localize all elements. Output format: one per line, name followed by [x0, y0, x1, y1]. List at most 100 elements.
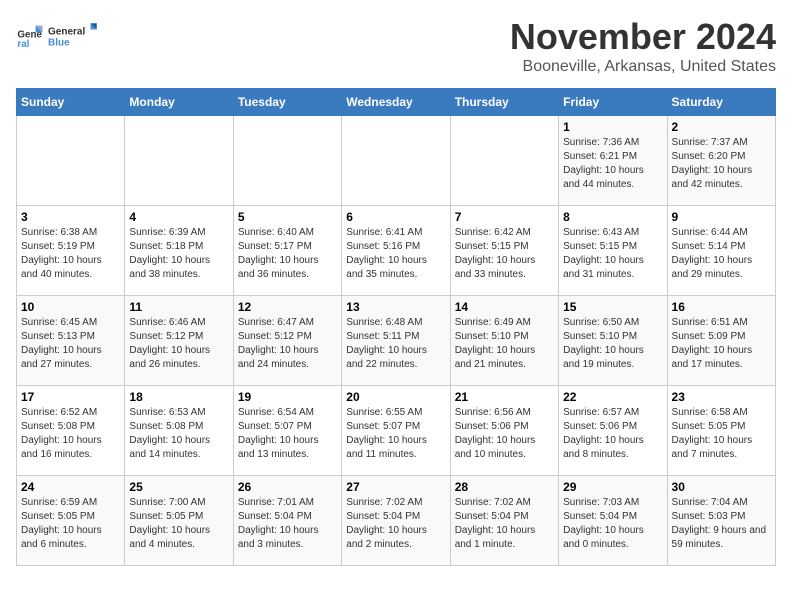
- table-row: 21 Sunrise: 6:56 AMSunset: 5:06 PMDaylig…: [450, 386, 558, 476]
- logo: Gene ral General Blue: [16, 16, 98, 56]
- day-info: Sunrise: 6:42 AMSunset: 5:15 PMDaylight:…: [455, 226, 554, 282]
- table-row: 25 Sunrise: 7:00 AMSunset: 5:05 PMDaylig…: [125, 476, 233, 566]
- day-info: Sunrise: 6:52 AMSunset: 5:08 PMDaylight:…: [21, 406, 120, 462]
- day-number: 15: [563, 300, 662, 314]
- day-info: Sunrise: 6:39 AMSunset: 5:18 PMDaylight:…: [129, 226, 228, 282]
- day-number: 25: [129, 480, 228, 494]
- day-number: 24: [21, 480, 120, 494]
- table-row: [17, 116, 125, 206]
- table-row: [125, 116, 233, 206]
- day-info: Sunrise: 7:02 AMSunset: 5:04 PMDaylight:…: [455, 496, 554, 552]
- header-monday: Monday: [125, 89, 233, 116]
- day-info: Sunrise: 6:57 AMSunset: 5:06 PMDaylight:…: [563, 406, 662, 462]
- day-info: Sunrise: 7:01 AMSunset: 5:04 PMDaylight:…: [238, 496, 337, 552]
- general-blue-logo: General Blue: [48, 16, 98, 56]
- svg-text:ral: ral: [17, 39, 29, 50]
- header-thursday: Thursday: [450, 89, 558, 116]
- day-number: 22: [563, 390, 662, 404]
- table-row: 27 Sunrise: 7:02 AMSunset: 5:04 PMDaylig…: [342, 476, 450, 566]
- day-info: Sunrise: 6:38 AMSunset: 5:19 PMDaylight:…: [21, 226, 120, 282]
- svg-text:General: General: [48, 26, 85, 37]
- table-row: 15 Sunrise: 6:50 AMSunset: 5:10 PMDaylig…: [559, 296, 667, 386]
- day-number: 23: [672, 390, 771, 404]
- day-number: 1: [563, 120, 662, 134]
- calendar-week-row: 10 Sunrise: 6:45 AMSunset: 5:13 PMDaylig…: [17, 296, 776, 386]
- day-info: Sunrise: 6:53 AMSunset: 5:08 PMDaylight:…: [129, 406, 228, 462]
- day-info: Sunrise: 7:00 AMSunset: 5:05 PMDaylight:…: [129, 496, 228, 552]
- calendar-week-row: 1 Sunrise: 7:36 AMSunset: 6:21 PMDayligh…: [17, 116, 776, 206]
- day-info: Sunrise: 6:48 AMSunset: 5:11 PMDaylight:…: [346, 316, 445, 372]
- day-info: Sunrise: 6:58 AMSunset: 5:05 PMDaylight:…: [672, 406, 771, 462]
- table-row: 29 Sunrise: 7:03 AMSunset: 5:04 PMDaylig…: [559, 476, 667, 566]
- table-row: [450, 116, 558, 206]
- table-row: 6 Sunrise: 6:41 AMSunset: 5:16 PMDayligh…: [342, 206, 450, 296]
- table-row: [233, 116, 341, 206]
- day-number: 29: [563, 480, 662, 494]
- day-number: 9: [672, 210, 771, 224]
- table-row: 8 Sunrise: 6:43 AMSunset: 5:15 PMDayligh…: [559, 206, 667, 296]
- table-row: 24 Sunrise: 6:59 AMSunset: 5:05 PMDaylig…: [17, 476, 125, 566]
- table-row: 30 Sunrise: 7:04 AMSunset: 5:03 PMDaylig…: [667, 476, 775, 566]
- day-number: 7: [455, 210, 554, 224]
- day-info: Sunrise: 6:50 AMSunset: 5:10 PMDaylight:…: [563, 316, 662, 372]
- day-number: 10: [21, 300, 120, 314]
- day-info: Sunrise: 6:40 AMSunset: 5:17 PMDaylight:…: [238, 226, 337, 282]
- table-row: 28 Sunrise: 7:02 AMSunset: 5:04 PMDaylig…: [450, 476, 558, 566]
- table-row: 7 Sunrise: 6:42 AMSunset: 5:15 PMDayligh…: [450, 206, 558, 296]
- day-info: Sunrise: 7:03 AMSunset: 5:04 PMDaylight:…: [563, 496, 662, 552]
- calendar-week-row: 17 Sunrise: 6:52 AMSunset: 5:08 PMDaylig…: [17, 386, 776, 476]
- day-number: 3: [21, 210, 120, 224]
- day-info: Sunrise: 6:43 AMSunset: 5:15 PMDaylight:…: [563, 226, 662, 282]
- table-row: 1 Sunrise: 7:36 AMSunset: 6:21 PMDayligh…: [559, 116, 667, 206]
- day-number: 27: [346, 480, 445, 494]
- table-row: 2 Sunrise: 7:37 AMSunset: 6:20 PMDayligh…: [667, 116, 775, 206]
- table-row: 3 Sunrise: 6:38 AMSunset: 5:19 PMDayligh…: [17, 206, 125, 296]
- day-number: 4: [129, 210, 228, 224]
- calendar-week-row: 24 Sunrise: 6:59 AMSunset: 5:05 PMDaylig…: [17, 476, 776, 566]
- day-info: Sunrise: 6:59 AMSunset: 5:05 PMDaylight:…: [21, 496, 120, 552]
- header-saturday: Saturday: [667, 89, 775, 116]
- table-row: 26 Sunrise: 7:01 AMSunset: 5:04 PMDaylig…: [233, 476, 341, 566]
- day-info: Sunrise: 7:36 AMSunset: 6:21 PMDaylight:…: [563, 136, 662, 192]
- day-info: Sunrise: 6:47 AMSunset: 5:12 PMDaylight:…: [238, 316, 337, 372]
- day-info: Sunrise: 6:56 AMSunset: 5:06 PMDaylight:…: [455, 406, 554, 462]
- day-number: 20: [346, 390, 445, 404]
- header-wednesday: Wednesday: [342, 89, 450, 116]
- title-area: November 2024 Booneville, Arkansas, Unit…: [510, 16, 776, 76]
- day-number: 16: [672, 300, 771, 314]
- day-number: 30: [672, 480, 771, 494]
- table-row: 18 Sunrise: 6:53 AMSunset: 5:08 PMDaylig…: [125, 386, 233, 476]
- table-row: 5 Sunrise: 6:40 AMSunset: 5:17 PMDayligh…: [233, 206, 341, 296]
- day-info: Sunrise: 6:41 AMSunset: 5:16 PMDaylight:…: [346, 226, 445, 282]
- table-row: 20 Sunrise: 6:55 AMSunset: 5:07 PMDaylig…: [342, 386, 450, 476]
- day-number: 17: [21, 390, 120, 404]
- calendar-header-row: Sunday Monday Tuesday Wednesday Thursday…: [17, 89, 776, 116]
- location-title: Booneville, Arkansas, United States: [510, 58, 776, 76]
- day-number: 14: [455, 300, 554, 314]
- day-info: Sunrise: 6:46 AMSunset: 5:12 PMDaylight:…: [129, 316, 228, 372]
- header-friday: Friday: [559, 89, 667, 116]
- day-number: 12: [238, 300, 337, 314]
- svg-text:Blue: Blue: [48, 38, 70, 49]
- day-info: Sunrise: 7:04 AMSunset: 5:03 PMDaylight:…: [672, 496, 771, 552]
- table-row: 19 Sunrise: 6:54 AMSunset: 5:07 PMDaylig…: [233, 386, 341, 476]
- logo-icon: Gene ral: [16, 22, 44, 50]
- day-info: Sunrise: 7:02 AMSunset: 5:04 PMDaylight:…: [346, 496, 445, 552]
- day-number: 11: [129, 300, 228, 314]
- day-info: Sunrise: 6:55 AMSunset: 5:07 PMDaylight:…: [346, 406, 445, 462]
- table-row: 22 Sunrise: 6:57 AMSunset: 5:06 PMDaylig…: [559, 386, 667, 476]
- header-sunday: Sunday: [17, 89, 125, 116]
- day-number: 6: [346, 210, 445, 224]
- day-info: Sunrise: 6:49 AMSunset: 5:10 PMDaylight:…: [455, 316, 554, 372]
- day-info: Sunrise: 6:44 AMSunset: 5:14 PMDaylight:…: [672, 226, 771, 282]
- table-row: 23 Sunrise: 6:58 AMSunset: 5:05 PMDaylig…: [667, 386, 775, 476]
- day-info: Sunrise: 6:54 AMSunset: 5:07 PMDaylight:…: [238, 406, 337, 462]
- day-number: 8: [563, 210, 662, 224]
- day-number: 2: [672, 120, 771, 134]
- table-row: 14 Sunrise: 6:49 AMSunset: 5:10 PMDaylig…: [450, 296, 558, 386]
- table-row: 17 Sunrise: 6:52 AMSunset: 5:08 PMDaylig…: [17, 386, 125, 476]
- day-number: 21: [455, 390, 554, 404]
- table-row: 10 Sunrise: 6:45 AMSunset: 5:13 PMDaylig…: [17, 296, 125, 386]
- page-header: Gene ral General Blue November 2024 Boon…: [16, 16, 776, 76]
- day-number: 13: [346, 300, 445, 314]
